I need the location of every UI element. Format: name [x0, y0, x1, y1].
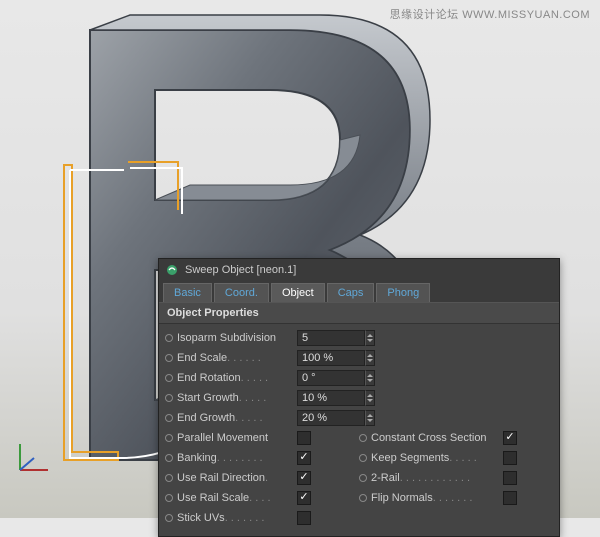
anim-dot-icon[interactable] — [359, 454, 367, 462]
anim-dot-icon[interactable] — [165, 434, 173, 442]
checkbox-constant-cross[interactable] — [503, 431, 517, 445]
anim-dot-icon[interactable] — [165, 374, 173, 382]
property-list: Isoparm Subdivision 5 End Scale . . . . … — [159, 324, 559, 536]
checkbox-use-rail-dir[interactable] — [297, 471, 311, 485]
checkbox-banking[interactable] — [297, 451, 311, 465]
spinner-start-growth[interactable] — [365, 390, 375, 406]
checkbox-parallel-movement[interactable] — [297, 431, 311, 445]
label-flip-normals: Flip Normals — [371, 492, 433, 504]
tab-bar: Basic Coord. Object Caps Phong — [159, 281, 559, 302]
anim-dot-icon[interactable] — [165, 334, 173, 342]
row-end-rotation: End Rotation . . . . . 0 ° — [165, 368, 553, 387]
input-end-rotation[interactable]: 0 ° — [297, 370, 365, 386]
anim-dot-icon[interactable] — [165, 474, 173, 482]
row-start-growth: Start Growth. . . . . 10 % — [165, 388, 553, 407]
label-parallel-movement: Parallel Movement — [177, 432, 268, 444]
row-end-growth: End Growth . . . . . 20 % — [165, 408, 553, 427]
label-constant-cross: Constant Cross Section — [371, 432, 487, 444]
input-start-growth[interactable]: 10 % — [297, 390, 365, 406]
spinner-isoparm[interactable] — [365, 330, 375, 346]
anim-dot-icon[interactable] — [165, 494, 173, 502]
section-header: Object Properties — [159, 302, 559, 324]
tab-caps[interactable]: Caps — [327, 283, 375, 302]
anim-dot-icon[interactable] — [165, 354, 173, 362]
anim-dot-icon[interactable] — [359, 434, 367, 442]
label-isoparm: Isoparm Subdivision — [177, 332, 276, 344]
input-end-scale[interactable]: 100 % — [297, 350, 365, 366]
label-end-rotation: End Rotation — [177, 372, 241, 384]
tab-coord[interactable]: Coord. — [214, 283, 269, 302]
spinner-end-scale[interactable] — [365, 350, 375, 366]
axis-gizmo[interactable] — [12, 438, 52, 478]
checkbox-use-rail-scale[interactable] — [297, 491, 311, 505]
anim-dot-icon[interactable] — [359, 474, 367, 482]
tab-object[interactable]: Object — [271, 283, 325, 302]
label-use-rail-scale: Use Rail Scale — [177, 492, 249, 504]
spinner-end-growth[interactable] — [365, 410, 375, 426]
row-railscale-flip: Use Rail Scale . . . . Flip Normals . . … — [165, 488, 553, 507]
tab-phong[interactable]: Phong — [376, 283, 430, 302]
spinner-end-rotation[interactable] — [365, 370, 375, 386]
tab-basic[interactable]: Basic — [163, 283, 212, 302]
checkbox-keep-segments[interactable] — [503, 451, 517, 465]
checkbox-flip-normals[interactable] — [503, 491, 517, 505]
label-end-scale: End Scale — [177, 352, 227, 364]
3d-viewport[interactable]: 思缘设计论坛 WWW.MISSYUAN.COM — [0, 0, 600, 518]
anim-dot-icon[interactable] — [359, 494, 367, 502]
row-raildir-2rail: Use Rail Direction . 2-Rail. . . . . . .… — [165, 468, 553, 487]
anim-dot-icon[interactable] — [165, 414, 173, 422]
row-end-scale: End Scale . . . . . . 100 % — [165, 348, 553, 367]
label-end-growth: End Growth — [177, 412, 235, 424]
row-isoparm: Isoparm Subdivision 5 — [165, 328, 553, 347]
label-use-rail-dir: Use Rail Direction — [177, 472, 265, 484]
row-banking-keep: Banking . . . . . . . . Keep Segments. .… — [165, 448, 553, 467]
row-parallel-constant: Parallel Movement Constant Cross Section — [165, 428, 553, 447]
anim-dot-icon[interactable] — [165, 454, 173, 462]
label-2rail: 2-Rail — [371, 472, 400, 484]
attributes-panel: Sweep Object [neon.1] Basic Coord. Objec… — [158, 258, 560, 537]
input-isoparm[interactable]: 5 — [297, 330, 365, 346]
panel-title-text: Sweep Object [neon.1] — [185, 264, 296, 276]
panel-title-bar[interactable]: Sweep Object [neon.1] — [159, 259, 559, 281]
checkbox-2rail[interactable] — [503, 471, 517, 485]
label-keep-segments: Keep Segments — [371, 452, 449, 464]
label-banking: Banking — [177, 452, 217, 464]
label-start-growth: Start Growth — [177, 392, 239, 404]
anim-dot-icon[interactable] — [165, 394, 173, 402]
input-end-growth[interactable]: 20 % — [297, 410, 365, 426]
sweep-object-icon — [165, 263, 179, 277]
